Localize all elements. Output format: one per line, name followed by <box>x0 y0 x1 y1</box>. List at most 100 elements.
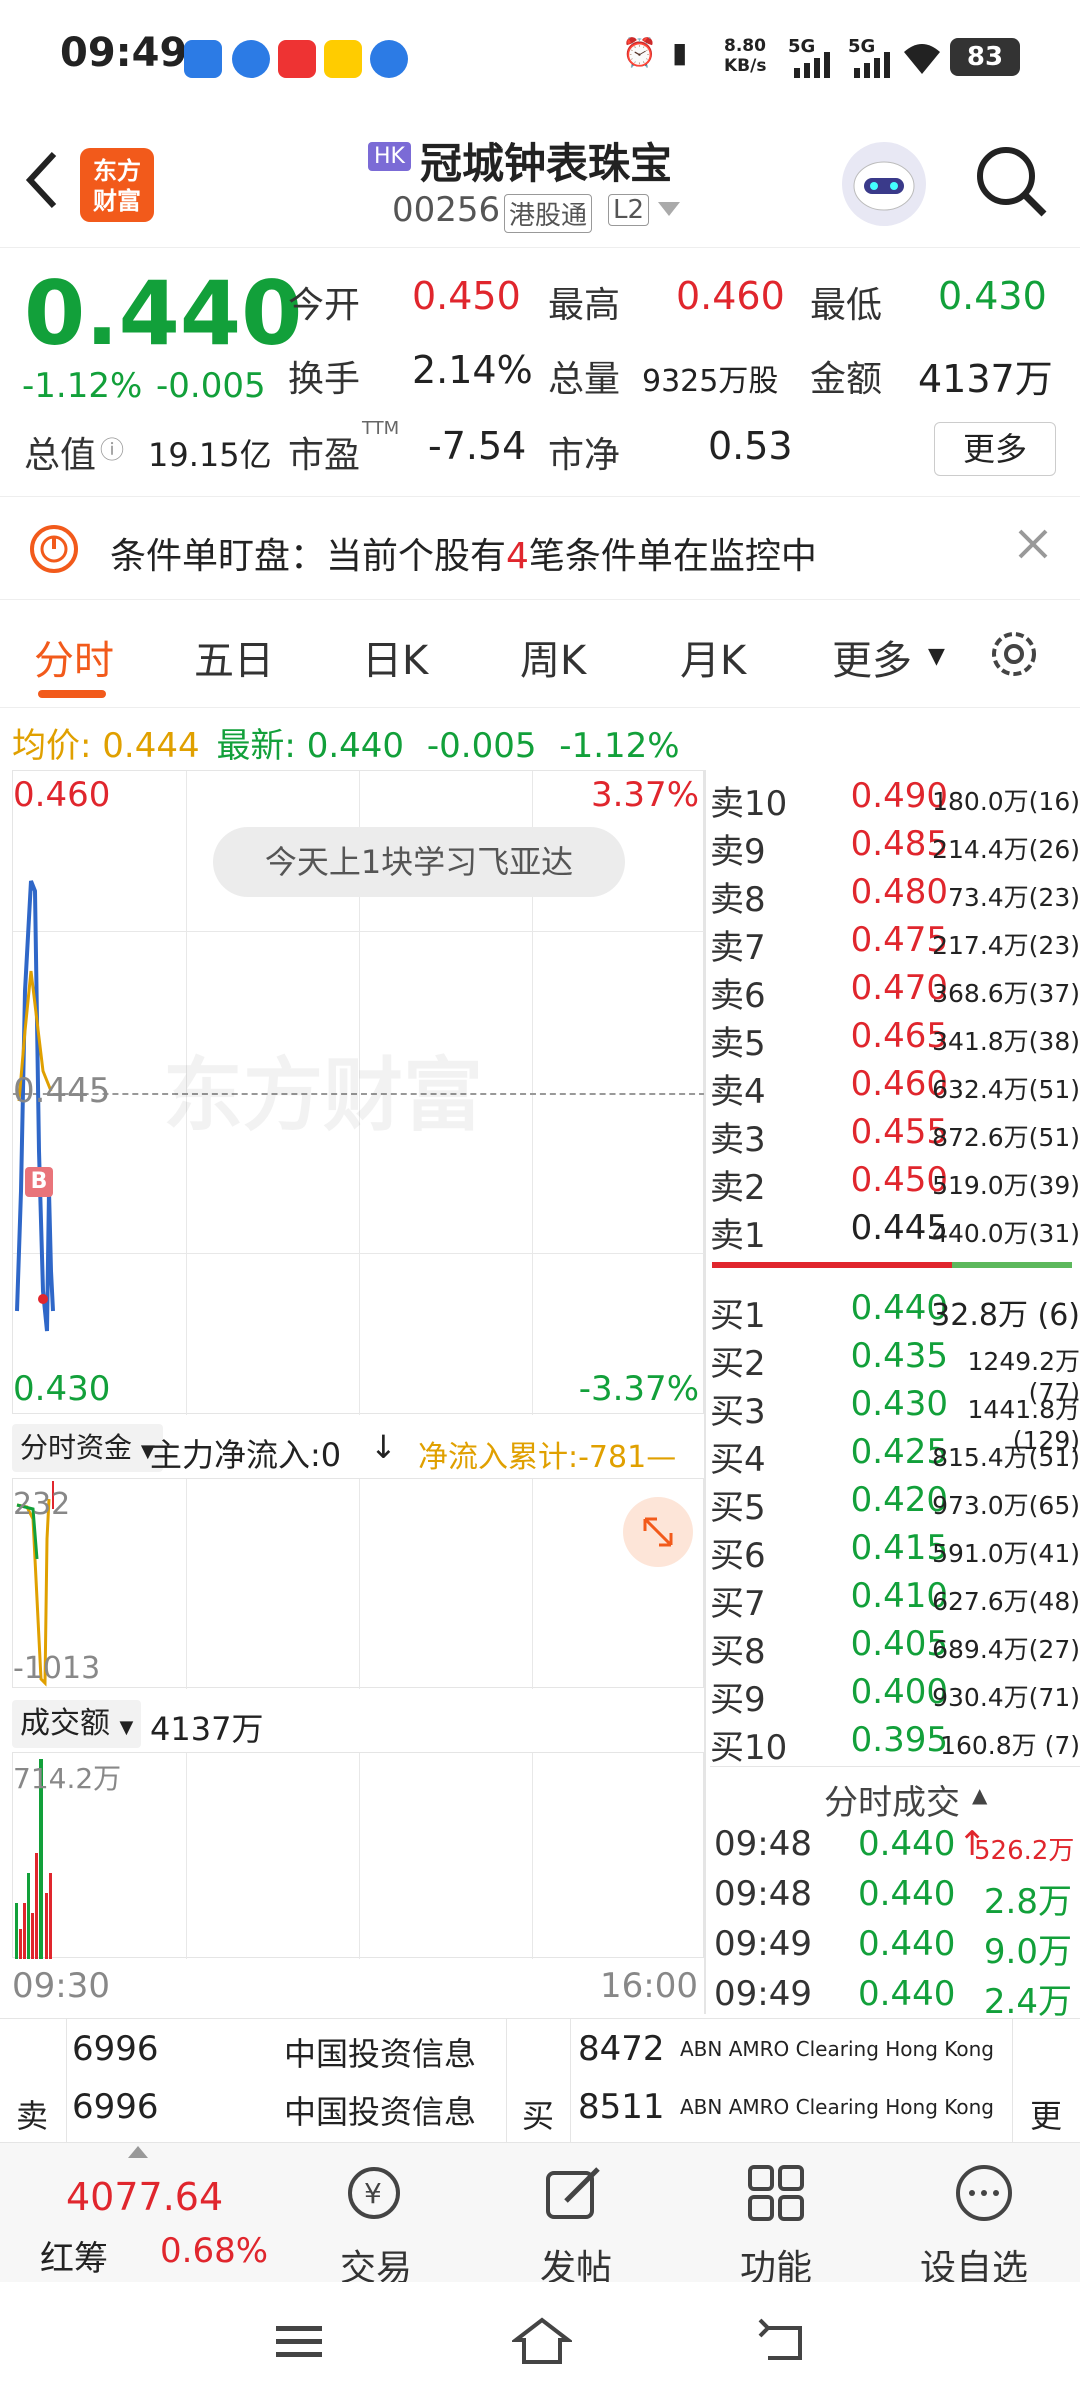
connect-tag: 港股通 <box>504 194 593 233</box>
capital-flow-chart[interactable]: 232 -1013 <box>12 1478 704 1689</box>
broker-sell-id: 6996 <box>72 2087 159 2127</box>
ask-row[interactable]: 卖3 0.455 872.6万(51) <box>710 1108 1080 1160</box>
ask-row[interactable]: 卖10 0.490 180.0万(16) <box>710 772 1080 824</box>
edit-icon[interactable] <box>542 2161 606 2229</box>
info-icon[interactable]: ⓘ <box>100 430 124 465</box>
ticks-title: 分时成交 <box>824 1783 960 1823</box>
more-circle-icon[interactable] <box>952 2161 1016 2229</box>
market-cap-label: 总值 <box>24 435 97 476</box>
stock-name[interactable]: 冠城钟表珠宝 <box>420 130 672 191</box>
broker-sell-id: 6996 <box>72 2029 159 2069</box>
tab-monthly-k[interactable]: 月K <box>680 628 746 686</box>
chevron-down-icon[interactable] <box>658 202 680 222</box>
ask-row[interactable]: 卖7 0.475 217.4万(23) <box>710 916 1080 968</box>
eastmoney-logo: 东方 财富 <box>80 148 154 222</box>
volume-selector[interactable]: 成交额 ▼ <box>12 1700 142 1748</box>
ask-label: 卖3 <box>710 1120 766 1160</box>
ask-label: 卖1 <box>710 1216 766 1256</box>
broker-buy-name[interactable]: ABN AMRO Clearing Hong Kong <box>680 2095 994 2119</box>
bid-row[interactable]: 买8 0.405 689.4万(27) <box>710 1620 1080 1672</box>
bottom-action-bar: 4077.64 红筹 0.68% ¥ 交易 发帖 功能 设自选 <box>0 2142 1080 2289</box>
tick-time: 09:49 <box>714 1974 812 2014</box>
time-axis-end: 16:00 <box>600 1966 698 2006</box>
ask-volume: 180.0万(16) <box>932 787 1080 816</box>
back-button[interactable] <box>22 148 62 216</box>
bid-row[interactable]: 买9 0.400 930.4万(71) <box>710 1668 1080 1720</box>
capital-selector[interactable]: 分时资金 ▼ <box>12 1424 163 1472</box>
ask-row[interactable]: 卖4 0.460 632.4万(51) <box>710 1060 1080 1112</box>
capital-axis-top: 232 <box>13 1487 71 1522</box>
market-tag: HK <box>368 142 411 171</box>
bid-volume: 973.0万(65) <box>932 1491 1080 1520</box>
close-icon[interactable] <box>1016 527 1050 565</box>
alarm-icon: ⏰ <box>622 36 657 69</box>
meituan-icon <box>324 40 362 78</box>
bid-row[interactable]: 买7 0.410 627.6万(48) <box>710 1572 1080 1624</box>
index-name[interactable]: 红筹 <box>40 2231 108 2280</box>
expand-icon[interactable] <box>623 1497 693 1567</box>
gear-icon[interactable] <box>984 624 1044 688</box>
intraday-price-chart[interactable]: 东方财富 今天上1块学习飞亚达 B 0.460 0.445 0.430 3.37… <box>12 770 705 1415</box>
notice-text: 条件单盯盘：当前个股有4笔条件单在监控中 <box>110 527 817 579</box>
market-cap-value: 19.15亿 <box>148 436 272 474</box>
broker-sell-name[interactable]: 中国投资信息 <box>284 2087 476 2133</box>
home-icon[interactable] <box>510 2316 574 2370</box>
broker-more-button[interactable]: 更 <box>1030 2091 1062 2137</box>
robot-assistant-icon[interactable] <box>842 142 926 226</box>
ask-row[interactable]: 卖9 0.485 214.4万(26) <box>710 820 1080 872</box>
more-quote-button[interactable]: 更多 <box>934 422 1056 476</box>
ask-row[interactable]: 卖5 0.465 341.8万(38) <box>710 1012 1080 1064</box>
signal-icon <box>852 52 896 78</box>
capital-axis-bottom: -1013 <box>13 1651 101 1686</box>
chart-info-line: 均价: 0.444 最新: 0.440 -0.005 -1.12% <box>12 718 680 767</box>
menu-icon[interactable] <box>276 2322 326 2366</box>
index-change: 0.68% <box>160 2231 269 2271</box>
ask-volume: 368.6万(37) <box>932 979 1080 1008</box>
bid-row[interactable]: 买1 0.440 32.8万 (6) <box>710 1284 1080 1336</box>
bid-row[interactable]: 买4 0.425 815.4万(51) <box>710 1428 1080 1480</box>
bid-volume: 160.8万 (7) <box>940 1731 1080 1760</box>
chevron-down-icon: ▼ <box>119 1717 134 1738</box>
ask-volume: 872.6万(51) <box>932 1123 1080 1152</box>
ask-volume: 519.0万(39) <box>932 1171 1080 1200</box>
bid-label: 买10 <box>710 1728 788 1768</box>
network-speed: 8.80 KB/s <box>724 36 767 76</box>
bid-row[interactable]: 买5 0.420 973.0万(65) <box>710 1476 1080 1528</box>
ask-row[interactable]: 卖1 0.445 440.0万(31) <box>710 1204 1080 1256</box>
battery-indicator: 83 <box>950 38 1020 76</box>
grid-icon[interactable] <box>744 2161 808 2229</box>
buy-marker[interactable]: B <box>25 1167 53 1197</box>
tab-more[interactable]: 更多 <box>832 628 912 686</box>
system-nav-bar <box>0 2282 1080 2400</box>
index-value[interactable]: 4077.64 <box>66 2175 223 2219</box>
ask-row[interactable]: 卖6 0.470 368.6万(37) <box>710 964 1080 1016</box>
bid-row[interactable]: 买3 0.430 1441.8万(129) <box>710 1380 1080 1455</box>
level-tag[interactable]: L2 <box>608 194 650 226</box>
bid-label: 买5 <box>710 1488 766 1528</box>
ask-row[interactable]: 卖8 0.480 73.4万(23) <box>710 868 1080 920</box>
price-axis-top: 0.460 <box>13 775 111 815</box>
tab-weekly-k[interactable]: 周K <box>520 628 586 686</box>
cumulative-flow: 净流入累计:-781— <box>418 1440 677 1475</box>
ticks-header[interactable]: 分时成交 ▲ <box>710 1766 1080 1823</box>
search-icon[interactable] <box>974 144 1048 224</box>
bid-row[interactable]: 买6 0.415 591.0万(41) <box>710 1524 1080 1576</box>
ask-volume: 632.4万(51) <box>932 1075 1080 1104</box>
tab-intraday[interactable]: 分时 <box>34 628 114 686</box>
triangle-up-icon <box>128 2143 148 2158</box>
tab-daily-k[interactable]: 日K <box>362 628 428 686</box>
bid-row[interactable]: 买10 0.395 160.8万 (7) <box>710 1716 1080 1768</box>
broker-buy-name[interactable]: ABN AMRO Clearing Hong Kong <box>680 2037 994 2061</box>
pb-value: 0.53 <box>708 424 793 468</box>
tab-five-day[interactable]: 五日 <box>194 628 274 686</box>
trade-icon[interactable]: ¥ <box>340 2161 410 2229</box>
tick-volume: 2.8万 <box>983 1882 1072 1922</box>
status-bar: 09:49 ⏰ ▮ 8.80 KB/s 5G 5G 83 <box>0 0 1080 118</box>
bid-row[interactable]: 买2 0.435 1249.2万(77) <box>710 1332 1080 1407</box>
current-price: 0.440 <box>24 262 303 365</box>
ask-row[interactable]: 卖2 0.450 519.0万(39) <box>710 1156 1080 1208</box>
back-nav-icon[interactable] <box>758 2318 808 2368</box>
broker-sell-name[interactable]: 中国投资信息 <box>284 2029 476 2075</box>
volume-chart[interactable]: 714.2万 <box>12 1752 704 1959</box>
condition-order-notice[interactable]: 条件单盯盘：当前个股有4笔条件单在监控中 <box>0 496 1080 600</box>
